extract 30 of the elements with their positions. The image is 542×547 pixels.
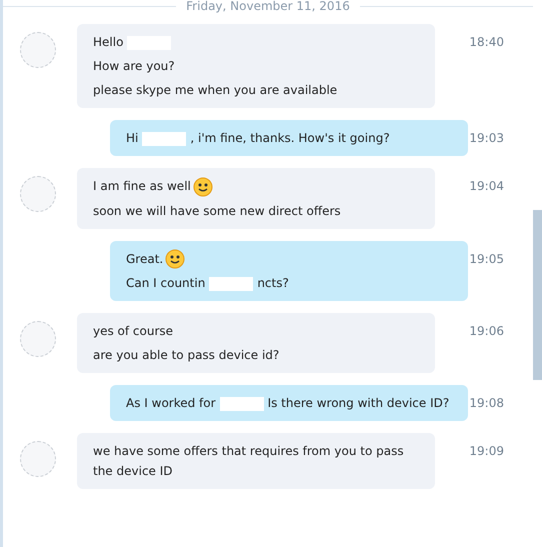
- message-text: are you able to pass device id?: [93, 347, 280, 364]
- message-time: 19:09: [469, 443, 504, 460]
- avatar: [20, 321, 56, 358]
- date-header: Friday, November 11, 2016: [186, 0, 350, 13]
- message-text: please skype me when you are available: [93, 82, 338, 99]
- redaction-block: [220, 397, 264, 412]
- avatar: [20, 441, 56, 478]
- scrollbar-thumb[interactable]: [533, 210, 542, 380]
- redaction-block: [142, 132, 186, 146]
- avatar: [20, 176, 56, 212]
- message-time: 19:06: [469, 323, 504, 340]
- message-text: Great.: [126, 248, 452, 270]
- smiley-icon: [165, 249, 186, 270]
- message-text: As I worked for Is there wrong with device ID?: [126, 395, 450, 414]
- message-time: 19:05: [469, 250, 504, 268]
- message-text: How are you?: [93, 58, 176, 75]
- redaction-block: [209, 277, 254, 292]
- message-time: 18:40: [469, 34, 504, 51]
- message-text: Hi , i'm fine, thanks. How's it going?: [126, 130, 391, 148]
- message-text: Can I countin ncts?: [126, 275, 290, 294]
- message-time: 19:08: [469, 395, 504, 412]
- message-text: we have some offers that requires from you to pass the device ID: [93, 443, 405, 480]
- message-text: Hello: [93, 32, 419, 52]
- message-text: I am fine as well: [93, 176, 419, 197]
- message-time: 19:04: [469, 178, 504, 195]
- message-text: soon we will have some new direct offers: [93, 202, 342, 220]
- smiley-icon: [192, 176, 213, 197]
- avatar: [20, 32, 56, 68]
- message-time: 19:03: [469, 130, 504, 147]
- message-text: yes of course: [93, 323, 174, 340]
